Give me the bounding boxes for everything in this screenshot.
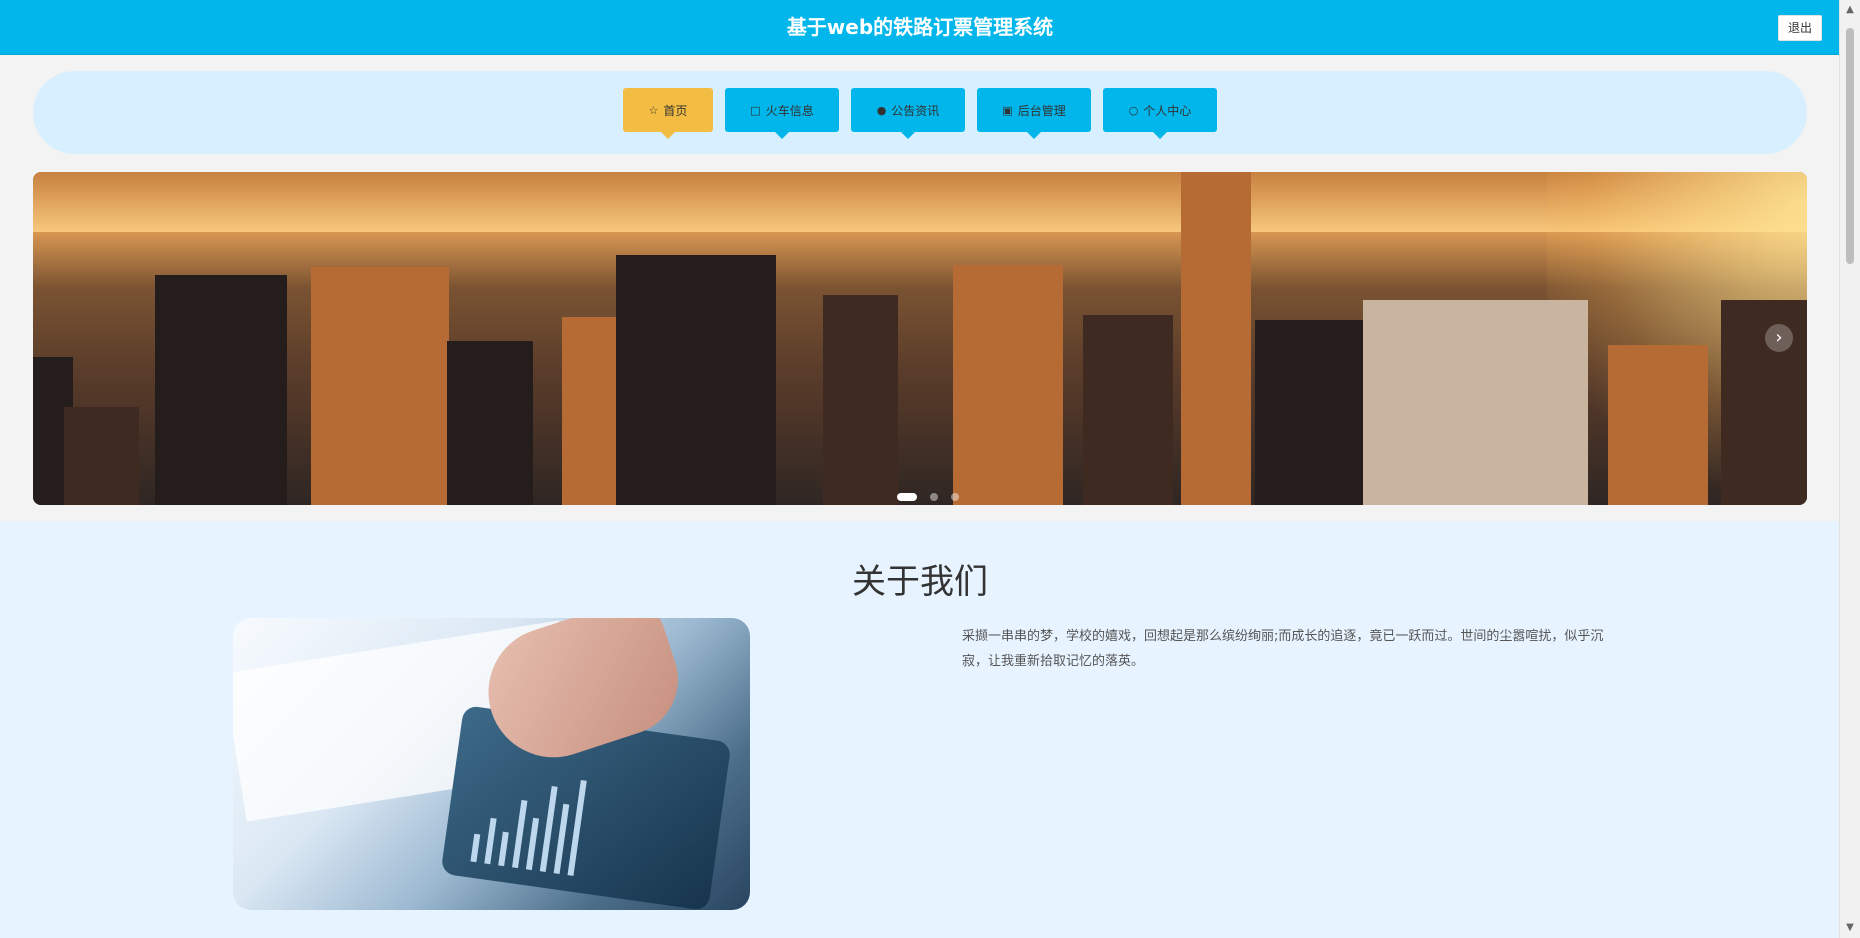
lock-icon: □ (750, 103, 761, 117)
vertical-scrollbar[interactable]: ▲ ▼ (1839, 0, 1860, 938)
chevron-right-icon: › (1775, 327, 1783, 348)
about-description: 采撷一串串的梦，学校的嬉戏，回想起是那么缤纷绚丽;而成长的追逐，竟已一跃而过。世… (962, 629, 1604, 669)
top-header: 基于web的铁路订票管理系统 退出 (0, 0, 1840, 55)
city-banner-carousel: › (33, 172, 1807, 505)
sunset-sky (33, 172, 1807, 232)
nav-home[interactable]: ☆ 首页 (623, 88, 713, 139)
nav-home-label: 首页 (663, 103, 688, 118)
nav-profile[interactable]: ○ 个人中心 (1103, 88, 1217, 139)
star-icon: ☆ (648, 103, 659, 117)
info-icon: ● (876, 103, 887, 117)
nav-train-info-label: 火车信息 (765, 103, 814, 118)
building (311, 267, 449, 505)
briefcase-icon: ▣ (1002, 103, 1013, 117)
site-title: 基于web的铁路订票管理系统 (786, 15, 1054, 39)
carousel-pagination (893, 486, 963, 501)
main-navigation: ☆ 首页 □ 火车信息 ● 公告资讯 ▣ 后台管理 ○ 个人中心 (33, 71, 1807, 154)
scroll-down-icon[interactable]: ▼ (1840, 918, 1860, 938)
scroll-thumb[interactable] (1846, 28, 1854, 264)
analytics-image (233, 618, 750, 910)
building (823, 295, 898, 505)
building (447, 341, 533, 505)
user-icon: ○ (1128, 103, 1139, 117)
building (1083, 315, 1173, 505)
building (155, 275, 287, 505)
tall-building (1181, 172, 1251, 505)
building (1363, 300, 1588, 505)
scroll-up-icon[interactable]: ▲ (1840, 0, 1860, 20)
building (616, 255, 776, 505)
carousel-dot-2[interactable] (930, 493, 939, 501)
about-section: 关于我们 采撷一串串的梦，学校的嬉戏，回想起是那么缤纷绚丽;而成长的追逐，竟已一… (0, 521, 1840, 938)
next-slide-button[interactable]: › (1765, 324, 1793, 352)
about-title: 关于我们 (852, 562, 988, 602)
nav-profile-label: 个人中心 (1143, 103, 1192, 118)
logout-button[interactable]: 退出 (1778, 15, 1822, 41)
building (1721, 300, 1807, 505)
building (1255, 320, 1375, 505)
nav-admin[interactable]: ▣ 后台管理 (977, 88, 1091, 139)
nav-admin-label: 后台管理 (1017, 103, 1066, 118)
nav-announcements-label: 公告资讯 (891, 103, 940, 118)
building (953, 265, 1063, 505)
building (64, 407, 139, 505)
nav-announcements[interactable]: ● 公告资讯 (851, 88, 965, 139)
nav-train-info[interactable]: □ 火车信息 (725, 88, 839, 139)
building (1608, 345, 1708, 505)
carousel-dot-1[interactable] (897, 493, 917, 501)
